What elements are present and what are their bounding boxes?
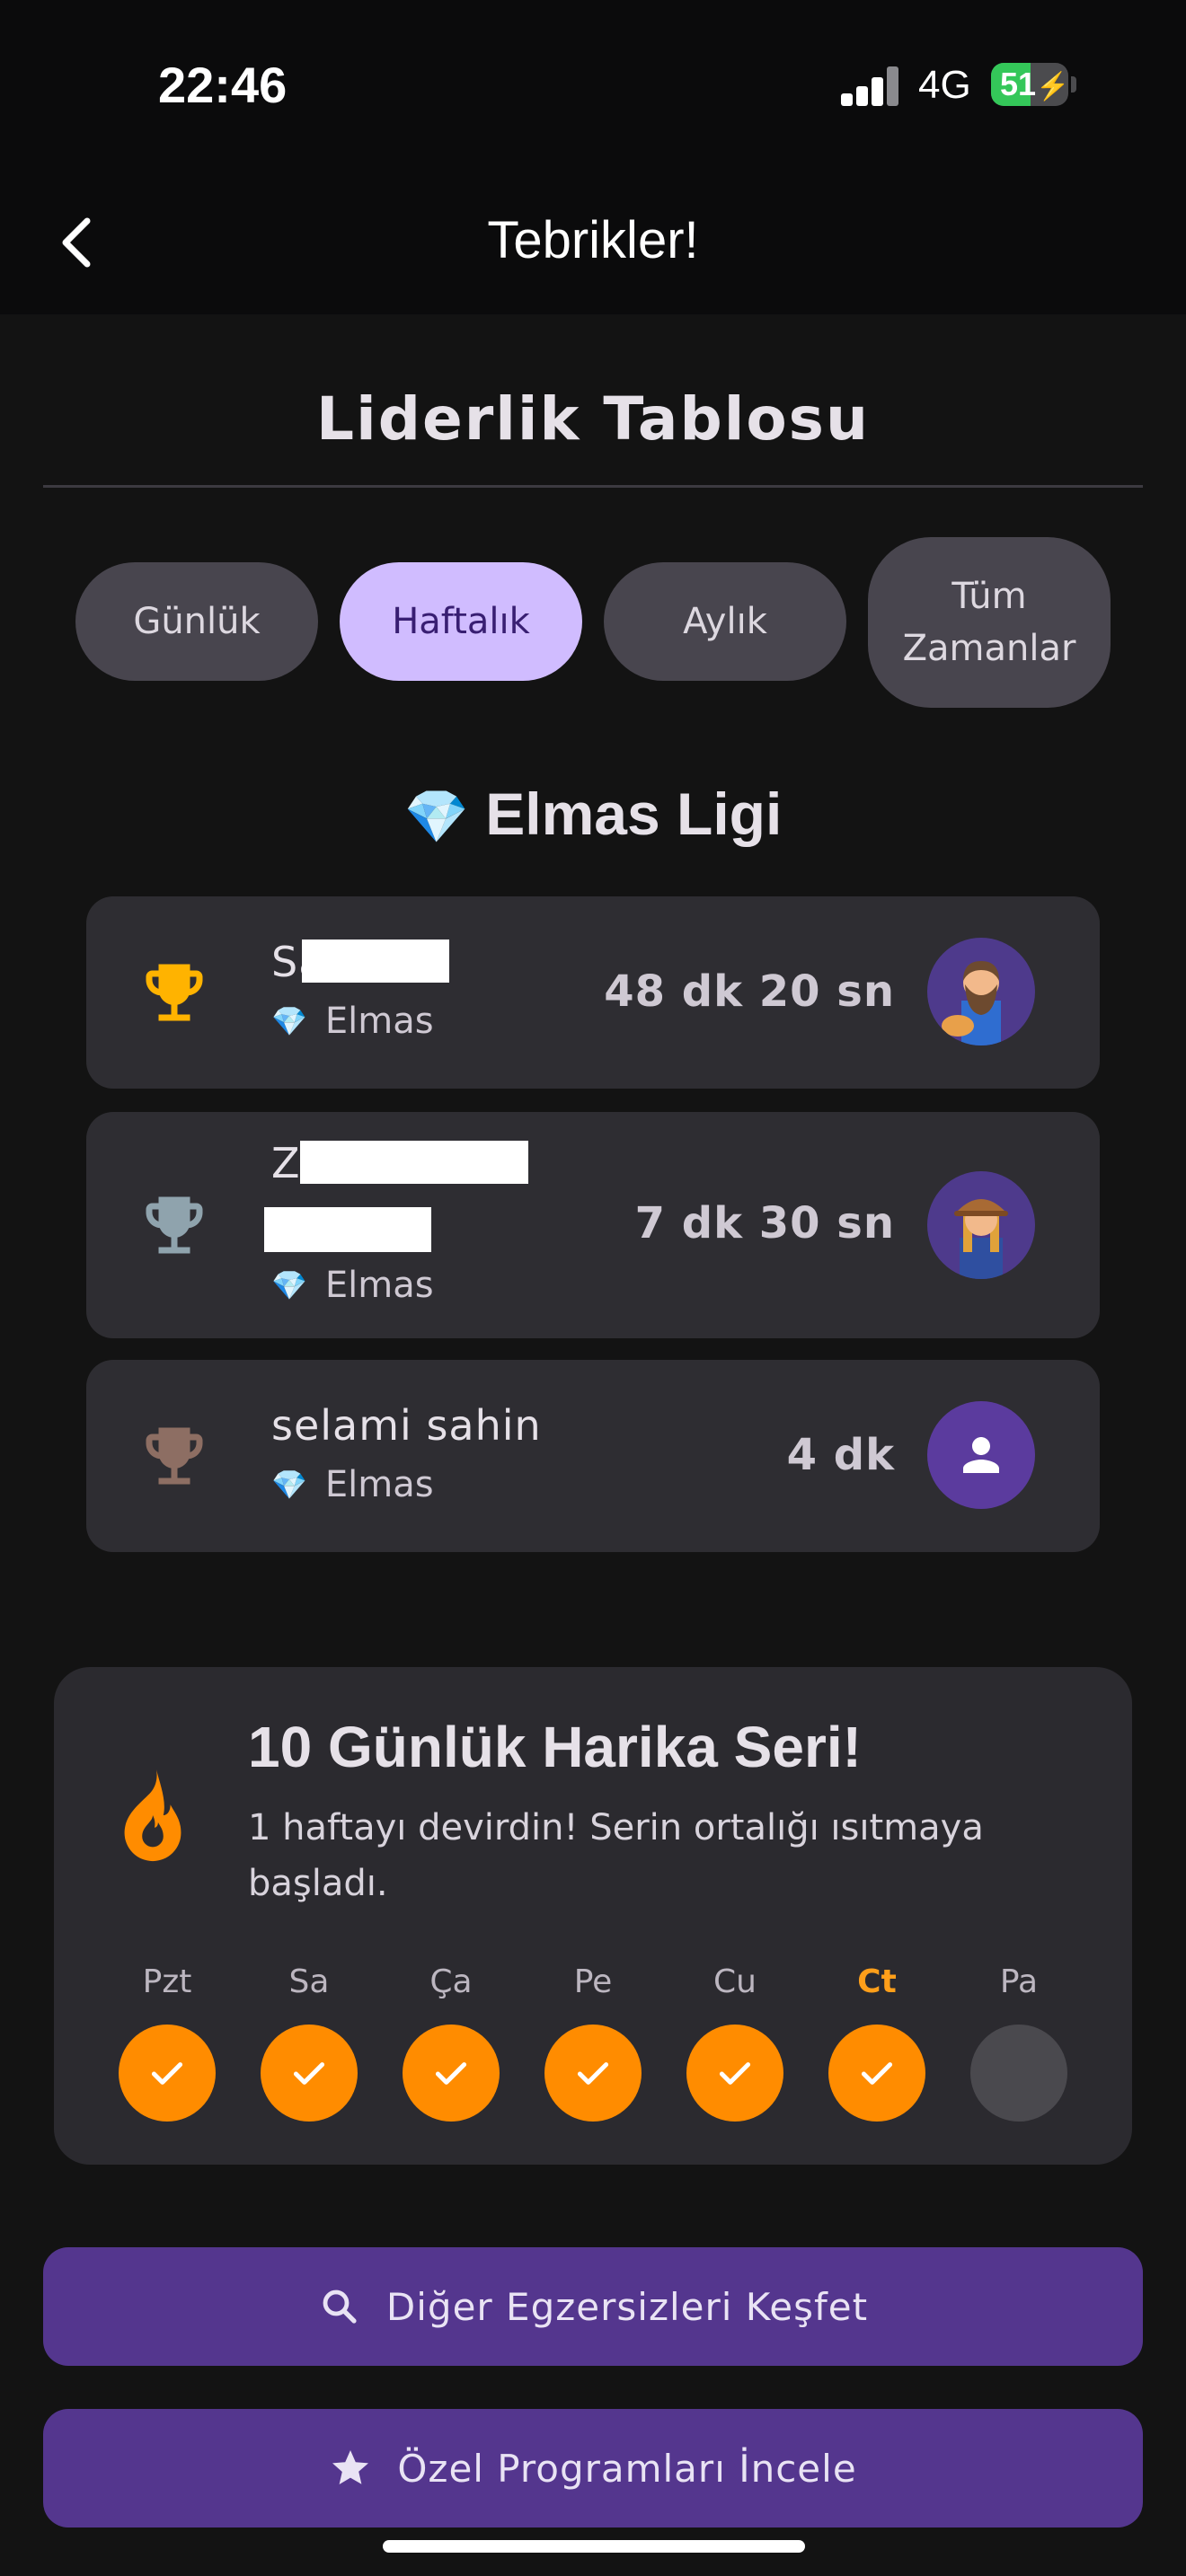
redaction-block: [300, 1141, 528, 1184]
special-programs-button[interactable]: Özel Programları İncele: [43, 2409, 1143, 2527]
tab-all-time[interactable]: Tüm Zamanlar: [868, 537, 1111, 708]
streak-card: 10 Günlük Harika Seri! 1 haftayı devirdi…: [54, 1667, 1132, 2165]
explore-exercises-button[interactable]: Diğer Egzersizleri Keşfet: [43, 2247, 1143, 2366]
day-label: Pe: [573, 1963, 613, 2000]
day-label: Ça: [429, 1963, 473, 2000]
player-time: 7 dk 30 sn: [634, 1198, 895, 1248]
streak-day: Pzt: [113, 1963, 221, 2122]
leaderboard-row[interactable]: Sa 💎 Elmas 48 dk 20 sn: [86, 896, 1100, 1089]
battery-level: 51: [1000, 66, 1037, 102]
programs-label: Özel Programları İncele: [397, 2446, 857, 2491]
home-indicator[interactable]: [383, 2540, 805, 2553]
diamond-icon: 💎: [403, 788, 469, 846]
day-label: Ct: [857, 1963, 897, 2000]
default-person-avatar: [927, 1401, 1035, 1509]
day-label: Pzt: [142, 1963, 192, 2000]
streak-day: Pe: [539, 1963, 647, 2122]
diamond-icon: 💎: [271, 1004, 307, 1038]
leaderboard-row[interactable]: selami sahin 💎 Elmas 4 dk: [86, 1360, 1100, 1552]
check-icon: [261, 2025, 358, 2122]
divider: [43, 485, 1143, 488]
player-time: 4 dk: [786, 1430, 895, 1480]
streak-day: Sa: [255, 1963, 363, 2122]
person-icon: [963, 1437, 999, 1473]
battery-icon: 51⚡: [991, 63, 1068, 106]
fire-icon: [124, 1769, 181, 1862]
cellular-signal-icon: [841, 66, 898, 106]
bronze-trophy-icon: [146, 1427, 203, 1485]
silver-trophy-icon: [146, 1196, 203, 1254]
gold-trophy-icon: [146, 964, 203, 1021]
tab-daily[interactable]: Günlük: [75, 562, 318, 681]
tab-monthly[interactable]: Aylık: [604, 562, 846, 681]
streak-day: Ça: [397, 1963, 505, 2122]
check-icon: [119, 2025, 216, 2122]
check-icon: [544, 2025, 642, 2122]
diamond-icon: 💎: [271, 1268, 307, 1302]
check-icon: [403, 2025, 500, 2122]
tab-weekly[interactable]: Haftalık: [340, 562, 582, 681]
empty-day-dot: [970, 2025, 1067, 2122]
farmer-woman-avatar: [927, 1171, 1035, 1279]
day-label: Sa: [288, 1963, 330, 2000]
leaderboard-title: Liderlik Tablosu: [316, 384, 870, 454]
star-icon: [332, 2450, 369, 2484]
leaderboard-row[interactable]: Z 💎 Elmas 7 dk 30 sn: [86, 1112, 1100, 1338]
status-time: 22:46: [158, 57, 288, 113]
redaction-block: [264, 1207, 431, 1252]
battery-cap: [1071, 76, 1076, 93]
player-league: 💎 Elmas: [271, 1001, 434, 1042]
streak-day-today: Ct: [823, 1963, 931, 2122]
diamond-icon: 💎: [271, 1468, 307, 1502]
player-league: 💎 Elmas: [271, 1265, 434, 1306]
day-label: Cu: [713, 1963, 757, 2000]
day-label: Pa: [999, 1963, 1039, 2000]
league-name: Elmas Ligi: [485, 781, 783, 847]
streak-day: Cu: [681, 1963, 789, 2122]
player-name: Z: [271, 1139, 301, 1187]
check-icon: [828, 2025, 925, 2122]
streak-day: Pa: [965, 1963, 1073, 2122]
page-title: Tebrikler!: [487, 211, 699, 269]
player-time: 48 dk 20 sn: [604, 966, 895, 1017]
streak-description: 1 haftayı devirdin! Serin ortalığı ısıtm…: [248, 1807, 984, 1904]
network-type: 4G: [918, 63, 971, 107]
explore-label: Diğer Egzersizleri Keşfet: [385, 2284, 869, 2329]
player-league: 💎 Elmas: [271, 1464, 434, 1505]
check-icon: [686, 2025, 783, 2122]
redaction-block: [302, 940, 449, 983]
search-icon: [323, 2289, 357, 2324]
league-title: 💎 Elmas Ligi: [0, 780, 1186, 848]
streak-title: 10 Günlük Harika Seri!: [248, 1715, 862, 1779]
player-name: selami sahin: [271, 1401, 542, 1450]
bearded-man-avatar: [927, 938, 1035, 1045]
